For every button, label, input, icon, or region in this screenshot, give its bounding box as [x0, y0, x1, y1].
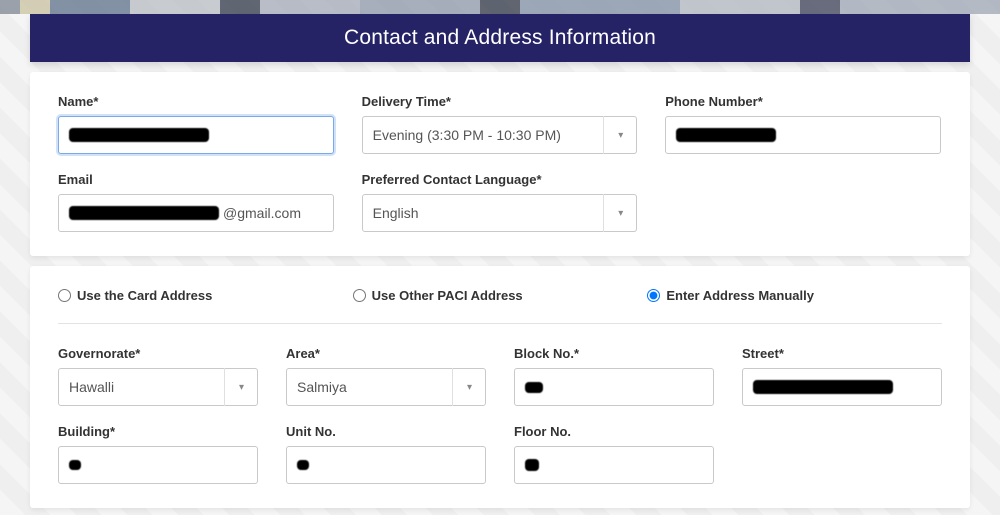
radio-card-address[interactable] — [58, 289, 71, 302]
redacted-street — [753, 380, 893, 394]
banner-strip — [0, 0, 1000, 14]
unit-label: Unit No. — [286, 424, 486, 439]
area-select[interactable]: Salmiya — [286, 368, 486, 406]
redacted-name — [69, 128, 209, 142]
area-label: Area* — [286, 346, 486, 361]
phone-input[interactable] — [665, 116, 941, 154]
radio-manual-address[interactable] — [647, 289, 660, 302]
phone-label: Phone Number* — [665, 94, 941, 109]
block-input[interactable] — [514, 368, 714, 406]
address-mode-radio-row: Use the Card Address Use Other PACI Addr… — [58, 288, 942, 324]
redacted-unit — [297, 460, 309, 470]
name-label: Name* — [58, 94, 334, 109]
radio-paci-address-label[interactable]: Use Other PACI Address — [372, 288, 523, 303]
section-title: Contact and Address Information — [30, 14, 970, 62]
governorate-label: Governorate* — [58, 346, 258, 361]
page: Contact and Address Information Name* De… — [0, 0, 1000, 515]
name-input[interactable] — [58, 116, 334, 154]
address-card: Use the Card Address Use Other PACI Addr… — [30, 266, 970, 508]
street-label: Street* — [742, 346, 942, 361]
redacted-floor — [525, 459, 539, 471]
street-input[interactable] — [742, 368, 942, 406]
contact-card: Name* Delivery Time* Evening (3:30 PM - … — [30, 72, 970, 256]
redacted-building — [69, 460, 81, 470]
email-suffix: @gmail.com — [223, 205, 301, 221]
building-input[interactable] — [58, 446, 258, 484]
unit-input[interactable] — [286, 446, 486, 484]
floor-label: Floor No. — [514, 424, 714, 439]
redacted-email — [69, 206, 219, 220]
language-select[interactable]: English — [362, 194, 638, 232]
section-header: Contact and Address Information — [30, 14, 970, 62]
governorate-select[interactable]: Hawalli — [58, 368, 258, 406]
floor-input[interactable] — [514, 446, 714, 484]
building-label: Building* — [58, 424, 258, 439]
email-label: Email — [58, 172, 334, 187]
delivery-time-select[interactable]: Evening (3:30 PM - 10:30 PM) — [362, 116, 638, 154]
language-label: Preferred Contact Language* — [362, 172, 638, 187]
delivery-time-label: Delivery Time* — [362, 94, 638, 109]
radio-manual-address-label[interactable]: Enter Address Manually — [666, 288, 814, 303]
redacted-phone — [676, 128, 776, 142]
block-label: Block No.* — [514, 346, 714, 361]
redacted-block — [525, 382, 543, 393]
radio-card-address-label[interactable]: Use the Card Address — [77, 288, 212, 303]
email-input[interactable]: @gmail.com — [58, 194, 334, 232]
radio-paci-address[interactable] — [353, 289, 366, 302]
